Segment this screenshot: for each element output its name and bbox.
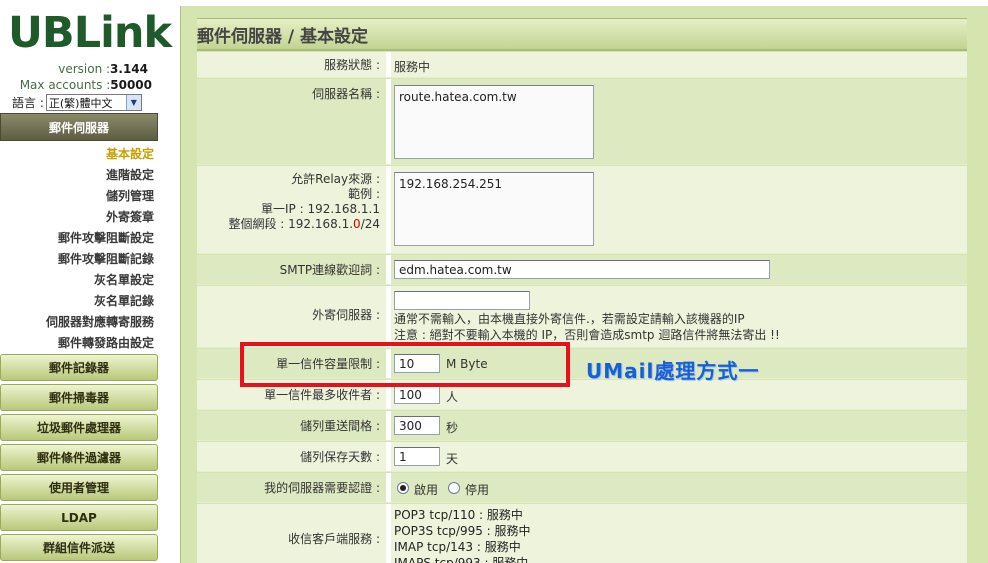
chevron-down-icon: ▼: [125, 95, 141, 110]
language-label: 語言 :: [12, 96, 44, 110]
auth-disable-label: 停用: [465, 483, 490, 497]
auth-enable-label: 啟用: [414, 483, 439, 497]
row-service-status: 服務狀態 : 服務中: [197, 52, 967, 78]
language-row: 語言 : 正(繁)體中文 ▼: [12, 94, 142, 111]
sub-outgoing-signature[interactable]: 外寄簽章: [106, 208, 154, 225]
sub-relay-routing[interactable]: 郵件轉發路由設定: [58, 334, 154, 351]
nav-virus-scanner[interactable]: 郵件掃毒器: [0, 384, 158, 411]
service-status-label: 服務狀態 :: [197, 52, 386, 77]
service-imaps: IMAPS tcp/993 : 服務中: [394, 556, 529, 563]
service-pop3: POP3 tcp/110 : 服務中: [394, 508, 523, 522]
outgoing-note-2: 注意 : 絕對不要輸入本機的 IP，否則會造成smtp 迴路信件將無法寄出 !!: [394, 328, 780, 342]
smtp-greeting-label: SMTP連線歡迎詞 :: [197, 255, 386, 284]
row-server-auth: 我的伺服器需要認證 : 啟用 停用: [197, 473, 967, 503]
row-queue-keep-days: 儲列保存天數 : 1 天: [197, 442, 967, 472]
annotation-highlight-box: [240, 342, 570, 387]
language-select[interactable]: 正(繁)體中文 ▼: [45, 94, 142, 111]
retry-interval-unit: 秒: [446, 421, 459, 435]
service-pop3s: POP3S tcp/995 : 服務中: [394, 524, 531, 538]
queue-keep-days-input[interactable]: 1: [394, 447, 440, 466]
nav-mail-filter[interactable]: 郵件條件過濾器: [0, 444, 158, 471]
client-services-label: 收信客戶端服務 :: [197, 504, 386, 563]
max-recipients-input[interactable]: 100: [394, 385, 440, 404]
nav-user-management[interactable]: 使用者管理: [0, 474, 158, 501]
outgoing-server-input[interactable]: [394, 291, 530, 310]
nav-group-mail[interactable]: 群組信件派送: [0, 534, 158, 561]
server-name-textarea[interactable]: route.hatea.com.tw: [394, 85, 594, 159]
sub-advanced-settings[interactable]: 進階設定: [106, 166, 154, 183]
sub-server-forwarding[interactable]: 伺服器對應轉寄服務: [46, 313, 154, 330]
sub-queue-management[interactable]: 儲列管理: [106, 187, 154, 204]
relay-source-textarea[interactable]: 192.168.254.251: [394, 172, 594, 246]
sidebar: UBLink version :3.144 Max accounts :5000…: [0, 0, 172, 563]
max-accounts-info: Max accounts :50000: [19, 78, 152, 92]
sub-attack-block-log[interactable]: 郵件攻擊阻斷記錄: [58, 250, 154, 267]
row-relay-source: 允許Relay來源 : 範例 : 單一IP : 192.168.1.1 整個網段…: [197, 166, 967, 254]
page-title: 郵件伺服器 / 基本設定: [197, 18, 967, 51]
auth-disable-radio[interactable]: [448, 482, 460, 494]
ublink-logo: UBLink: [8, 8, 172, 58]
outgoing-server-label: 外寄伺服器 :: [197, 286, 386, 347]
nav-mail-logger[interactable]: 郵件記錄器: [0, 354, 158, 381]
nav-ldap[interactable]: LDAP: [0, 504, 158, 531]
retry-interval-label: 儲列重送間格 :: [197, 411, 386, 440]
sub-greylist-log[interactable]: 灰名單記錄: [94, 292, 154, 309]
max-recipients-unit: 人: [446, 390, 459, 404]
main-panel: 郵件伺服器 / 基本設定 服務狀態 : 服務中 伺服器名稱 : route.ha…: [180, 6, 988, 563]
version-info: version :3.144: [58, 62, 148, 76]
annotation-text: UMail處理方式一: [586, 359, 760, 383]
smtp-greeting-input[interactable]: edm.hatea.com.tw: [394, 260, 770, 279]
auth-enable-radio[interactable]: [397, 482, 409, 494]
row-client-services: 收信客戶端服務 : POP3 tcp/110 : 服務中 POP3S tcp/9…: [197, 504, 967, 563]
row-server-name: 伺服器名稱 : route.hatea.com.tw: [197, 79, 967, 165]
sub-attack-block-settings[interactable]: 郵件攻擊阻斷設定: [58, 229, 154, 246]
sub-basic-settings[interactable]: 基本設定: [106, 145, 154, 162]
service-status-value: 服務中: [391, 52, 967, 77]
outgoing-note-1: 通常不需輸入，由本機直接外寄信件.，若需設定請輸入該機器的IP: [394, 312, 745, 326]
sub-greylist-settings[interactable]: 灰名單設定: [94, 271, 154, 288]
relay-label: 允許Relay來源 : 範例 : 單一IP : 192.168.1.1 整個網段…: [197, 166, 386, 253]
queue-keep-days-label: 儲列保存天數 :: [197, 442, 386, 471]
queue-keep-days-unit: 天: [446, 452, 459, 466]
server-name-label: 伺服器名稱 :: [197, 79, 386, 164]
row-smtp-greeting: SMTP連線歡迎詞 : edm.hatea.com.tw: [197, 255, 967, 285]
nav-mail-server[interactable]: 郵件伺服器: [0, 113, 158, 141]
row-retry-interval: 儲列重送間格 : 300 秒: [197, 411, 967, 441]
retry-interval-input[interactable]: 300: [394, 416, 440, 435]
service-imap: IMAP tcp/143 : 服務中: [394, 540, 521, 554]
row-outgoing-server: 外寄伺服器 : 通常不需輸入，由本機直接外寄信件.，若需設定請輸入該機器的IP …: [197, 286, 967, 348]
server-auth-label: 我的伺服器需要認證 :: [197, 473, 386, 502]
nav-spam-processor[interactable]: 垃圾郵件處理器: [0, 414, 158, 441]
